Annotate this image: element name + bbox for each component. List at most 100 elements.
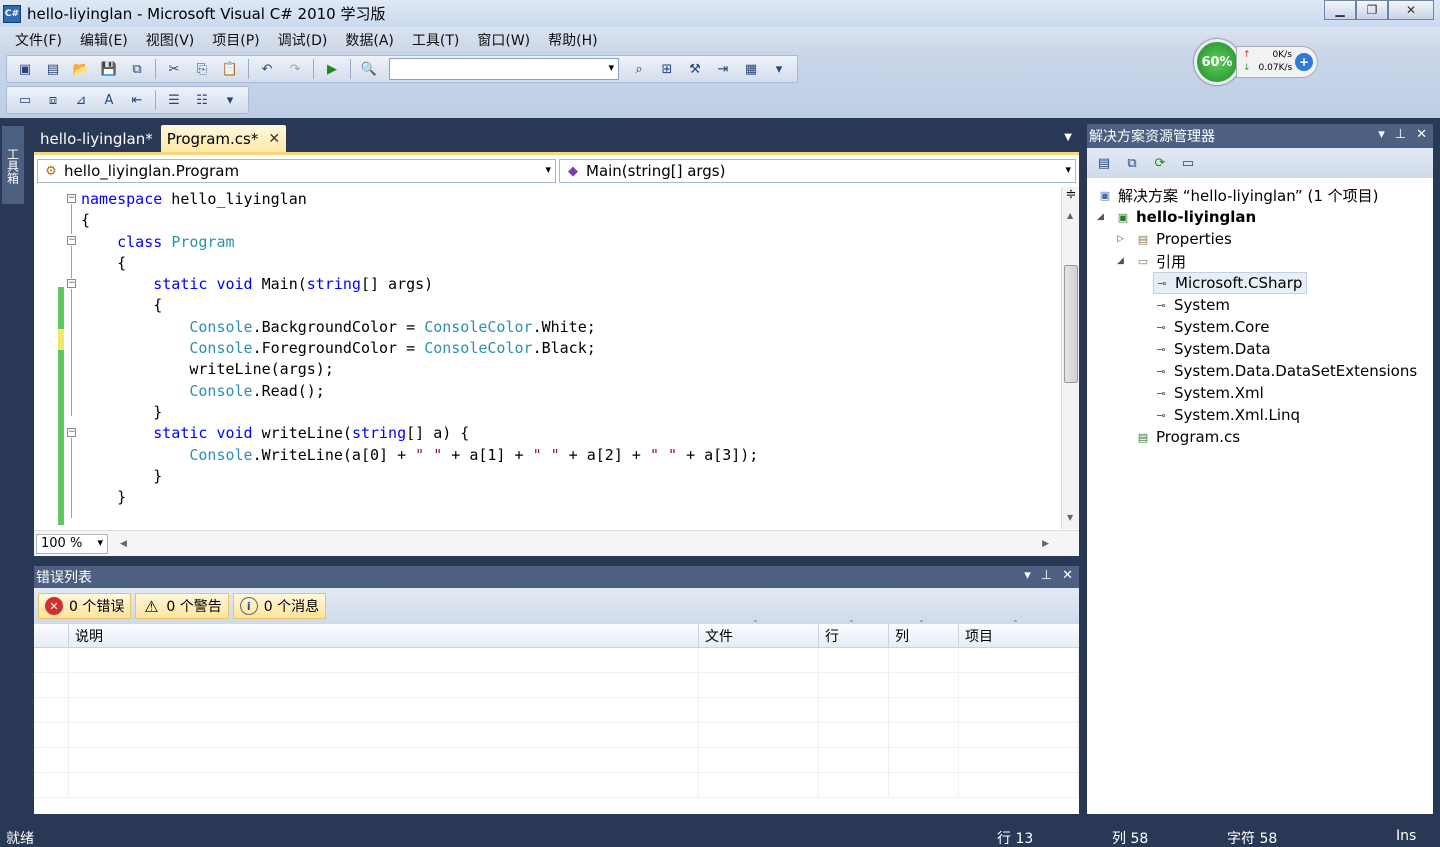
menu-file[interactable]: 文件(F) [6, 30, 71, 50]
menu-edit[interactable]: 编辑(E) [71, 30, 137, 50]
minimize-button[interactable]: ▁ [1324, 0, 1356, 20]
members-combo[interactable]: ◆ Main(string[] args) [559, 159, 1076, 183]
refresh-icon[interactable]: ⟳ [1149, 152, 1171, 174]
column-description[interactable]: 说明 [69, 624, 699, 647]
column-project[interactable]: 项目 ˆ [959, 620, 1079, 647]
close-icon[interactable]: ✕ [1062, 568, 1073, 583]
decrease-indent-icon[interactable]: ⇤ [126, 89, 148, 111]
collapse-icon[interactable]: − [67, 236, 76, 245]
column-col[interactable]: 列 ˆ [889, 620, 959, 647]
start-debugging-icon[interactable]: ▶ [321, 58, 343, 80]
toolbar-options-icon[interactable]: ▾ [219, 89, 241, 111]
collapsed-icon[interactable]: ▷ [1117, 234, 1124, 244]
tree-node-reference[interactable]: ⊸ System [1153, 294, 1230, 316]
scroll-thumb[interactable] [1064, 265, 1078, 383]
zoom-combo[interactable]: 100 % [36, 533, 108, 554]
table-row [34, 698, 1079, 723]
scroll-up-icon[interactable]: ▲ [1067, 211, 1073, 220]
chevron-down-icon[interactable]: ▼ [1064, 132, 1072, 143]
expanded-icon[interactable]: ◢ [1117, 256, 1124, 266]
properties-icon[interactable]: ⚒ [684, 58, 706, 80]
window-title: hello-liyinglan - Microsoft Visual C# 20… [27, 5, 386, 23]
chevron-down-icon[interactable]: ▾ [1024, 568, 1031, 583]
split-handle-icon[interactable]: ≑ [1062, 187, 1080, 207]
display-object-members-icon[interactable]: ▭ [14, 89, 36, 111]
tree-node-properties[interactable]: ▤ Properties [1135, 228, 1232, 250]
menu-data[interactable]: 数据(A) [336, 30, 403, 50]
new-project-icon[interactable]: ▣ [14, 58, 36, 80]
menu-view[interactable]: 视图(V) [137, 30, 204, 50]
view-code-icon[interactable]: ▭ [1177, 152, 1199, 174]
tree-node-reference[interactable]: ⊸ System.Data [1153, 338, 1270, 360]
tree-node-reference[interactable]: ⊸ Microsoft.CSharp [1153, 272, 1308, 294]
menu-debug[interactable]: 调试(D) [269, 30, 337, 50]
comment-icon[interactable]: ☰ [163, 89, 185, 111]
object-browser-icon[interactable]: ⇥ [712, 58, 734, 80]
find-icon[interactable]: ⌕ [628, 58, 650, 80]
status-line: 行 13 [997, 831, 1034, 847]
close-button[interactable]: ✕ [1388, 0, 1434, 20]
types-combo[interactable]: ⚙ hello_liyinglan.Program [37, 159, 556, 183]
find-in-files-icon[interactable]: 🔍 [358, 58, 380, 80]
parameter-info-icon[interactable]: ⧈ [42, 89, 64, 111]
restore-button[interactable]: ❐ [1356, 0, 1388, 20]
close-icon[interactable]: ✕ [268, 131, 280, 147]
collapse-icon[interactable]: − [67, 194, 76, 203]
tab-program-cs[interactable]: Program.cs* ✕ [160, 125, 287, 152]
tree-node-reference[interactable]: ⊸ System.Data.DataSetExtensions [1153, 360, 1417, 382]
close-icon[interactable]: ✕ [1416, 127, 1427, 142]
scroll-left-icon[interactable]: ◀ [120, 539, 127, 549]
tree-node-reference[interactable]: ⊸ System.Xml.Linq [1153, 404, 1300, 426]
errors-filter-button[interactable]: ✕ 0 个错误 [38, 593, 132, 619]
save-all-icon[interactable]: ⧉ [126, 58, 148, 80]
tree-node-reference[interactable]: ⊸ System.Xml [1153, 382, 1263, 404]
messages-filter-button[interactable]: i 0 个消息 [232, 593, 327, 619]
pin-icon[interactable]: ⊥ [1041, 568, 1052, 583]
tree-node-solution[interactable]: ▣ 解决方案 “hello-liyinglan” (1 个项目) [1097, 184, 1379, 206]
vertical-scrollbar[interactable]: ≑ ▲ ▼ [1061, 187, 1079, 529]
collapse-icon[interactable]: − [67, 428, 76, 437]
add-item-icon[interactable]: ▤ [42, 58, 64, 80]
panel-title: 错误列表 [36, 570, 92, 586]
table-cell [959, 698, 1079, 722]
plus-icon[interactable]: + [1295, 53, 1313, 71]
properties-icon[interactable]: ▤ [1093, 152, 1115, 174]
pin-icon[interactable]: ⊥ [1395, 127, 1406, 142]
warnings-filter-button[interactable]: ⚠ 0 个警告 [135, 593, 229, 619]
column-line[interactable]: 行 ˆ [819, 620, 889, 647]
code-area[interactable]: − − − − namespace hello_liyinglan { class… [34, 189, 1060, 531]
redo-icon[interactable]: ↷ [284, 58, 306, 80]
solution-explorer-icon[interactable]: ⊞ [656, 58, 678, 80]
chevron-down-icon[interactable]: ▾ [1378, 127, 1385, 142]
open-file-icon[interactable]: 📂 [70, 58, 92, 80]
toolbox-tab[interactable]: 工具箱 [2, 126, 24, 204]
tab-project-properties[interactable]: hello-liyinglan* [34, 125, 159, 152]
menu-window[interactable]: 窗口(W) [468, 30, 539, 50]
collapse-icon[interactable]: − [67, 279, 76, 288]
quick-info-icon[interactable]: ⊿ [70, 89, 92, 111]
network-monitor-widget[interactable]: 60% ↑ 0K/s ↓ 0.07K/s + [1192, 38, 1320, 88]
cut-icon[interactable]: ✂ [163, 58, 185, 80]
toolbox-icon[interactable]: ▦ [740, 58, 762, 80]
table-row [34, 748, 1079, 773]
find-combo[interactable] [389, 58, 619, 80]
expanded-icon[interactable]: ◢ [1097, 212, 1104, 222]
scroll-right-icon[interactable]: ▶ [1042, 539, 1049, 549]
menu-help[interactable]: 帮助(H) [539, 30, 606, 50]
save-icon[interactable]: 💾 [98, 58, 120, 80]
tree-node-file[interactable]: ▤ Program.cs [1135, 426, 1240, 448]
menu-project[interactable]: 项目(P) [203, 30, 268, 50]
tree-node-references[interactable]: ▭ 引用 [1135, 250, 1186, 272]
scroll-down-icon[interactable]: ▼ [1067, 513, 1073, 522]
toolbar-options-icon[interactable]: ▾ [768, 58, 790, 80]
show-all-files-icon[interactable]: ⧉ [1121, 152, 1143, 174]
column-file[interactable]: 文件 ˆ [699, 620, 819, 647]
complete-word-icon[interactable]: A [98, 89, 120, 111]
tree-node-project[interactable]: ▣ hello-liyinglan [1115, 206, 1256, 228]
copy-icon[interactable]: ⎘ [191, 58, 213, 80]
undo-icon[interactable]: ↶ [256, 58, 278, 80]
menu-tools[interactable]: 工具(T) [403, 30, 468, 50]
uncomment-icon[interactable]: ☷ [191, 89, 213, 111]
tree-node-reference[interactable]: ⊸ System.Core [1153, 316, 1269, 338]
paste-icon[interactable]: 📋 [219, 58, 241, 80]
